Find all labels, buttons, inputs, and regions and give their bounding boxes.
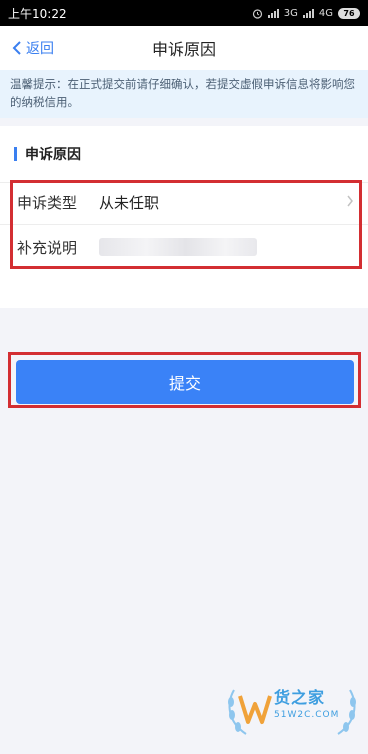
battery-icon: 76: [338, 7, 360, 19]
notice-banner: 温馨提示：在正式提交前请仔细确认，若提交虚假申诉信息将影响您的纳税信用。: [0, 70, 368, 118]
alarm-icon: [252, 8, 262, 19]
supplement-label: 补充说明: [17, 238, 78, 257]
nav-bar: 返回 申诉原因: [0, 26, 368, 70]
watermark-logo: 货之家 51W2C.COM: [224, 682, 360, 738]
supplement-row[interactable]: 补充说明: [0, 225, 368, 269]
back-label: 返回: [26, 41, 54, 57]
chevron-right-icon: [346, 193, 354, 212]
section-title: 申诉原因: [25, 147, 81, 163]
supplement-value-blurred[interactable]: [99, 238, 257, 256]
section-accent-bar: [14, 147, 17, 161]
appeal-type-label: 申诉类型: [17, 194, 78, 212]
status-bar: 上午10:22 3G 4G 76: [0, 0, 368, 26]
appeal-card: 申诉原因 申诉类型 从未任职 补充说明: [0, 126, 368, 308]
signal-icon-2: [302, 8, 314, 18]
back-button[interactable]: 返回: [12, 26, 54, 70]
network-3g-label: 3G: [283, 7, 298, 19]
network-4g-label: 4G: [318, 7, 333, 19]
submit-button[interactable]: 提交: [16, 360, 354, 404]
appeal-type-value: 从未任职: [99, 194, 160, 212]
status-icons: 3G 4G 76: [252, 7, 360, 19]
chevron-left-icon: [12, 41, 21, 55]
status-time: 上午10:22: [8, 6, 67, 21]
watermark-main-text: 货之家: [274, 688, 326, 707]
signal-icon: [267, 8, 279, 18]
page-title: 申诉原因: [151, 40, 216, 59]
section-header: 申诉原因: [0, 126, 368, 183]
appeal-type-row[interactable]: 申诉类型 从未任职: [0, 181, 368, 225]
watermark-sub-text: 51W2C.COM: [274, 710, 340, 720]
